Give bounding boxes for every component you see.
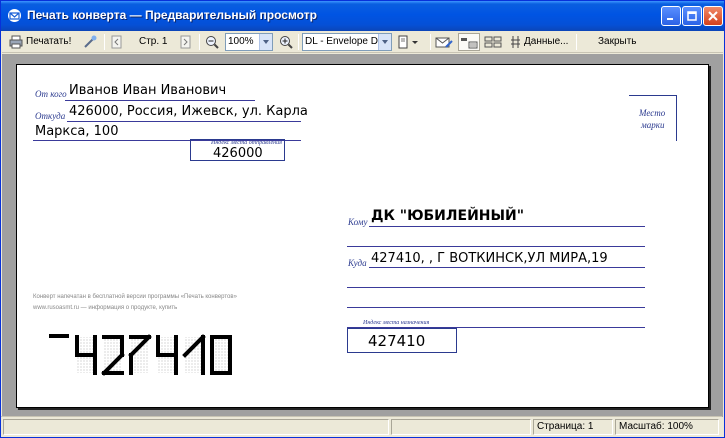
barcode-digit-cell — [212, 337, 230, 373]
next-page-button[interactable] — [179, 33, 193, 51]
to-address-underline — [347, 287, 645, 288]
chevron-down-icon — [378, 34, 391, 50]
stamp-area: Место марки — [629, 95, 677, 141]
to-address-underline — [347, 307, 645, 308]
status-cell-empty — [3, 419, 389, 435]
to-index-box: 427410 — [347, 328, 457, 353]
maximize-button[interactable] — [682, 6, 702, 26]
to-underline — [369, 226, 645, 227]
from-value: Иванов Иван Иванович — [69, 83, 227, 98]
from-address-line2: Маркса, 100 — [35, 124, 119, 139]
zoom-select[interactable]: 100% — [225, 33, 273, 51]
from-address-label: Откуда — [35, 111, 66, 121]
to-underline — [347, 246, 645, 247]
chevron-down-icon — [259, 34, 272, 50]
zoom-out-icon — [206, 36, 219, 49]
orientation-icon — [398, 35, 418, 49]
toolbar-separator — [430, 34, 431, 50]
to-address-value: 427410, , Г ВОТКИНСК,УЛ МИРА,19 — [371, 251, 608, 266]
to-label: Кому — [348, 217, 368, 227]
from-address-line1: 426000, Россия, Ижевск, ул. Карла — [69, 104, 308, 119]
toolbar-separator — [298, 34, 299, 50]
wand-icon — [84, 35, 97, 48]
close-window-button[interactable] — [703, 6, 723, 26]
status-bar: Страница: 1 Масштаб: 100% — [1, 416, 722, 436]
to-index-value: 427410 — [368, 332, 426, 350]
close-icon — [708, 11, 718, 21]
layout-grid-icon — [484, 36, 502, 48]
layout-grid-button[interactable] — [483, 33, 505, 51]
data-button[interactable]: Данные... — [508, 33, 570, 51]
minimize-button[interactable] — [661, 6, 681, 26]
from-label: От кого — [35, 89, 67, 99]
to-value: ДК "ЮБИЛЕЙНЫЙ" — [371, 208, 525, 224]
to-address-underline — [369, 267, 645, 268]
toolbar-separator — [576, 34, 577, 50]
page-prev-icon — [111, 35, 122, 49]
to-index-label: Индекс места назначения — [363, 320, 430, 326]
to-address-label: Куда — [348, 258, 367, 268]
zoom-in-button[interactable] — [279, 33, 295, 51]
envelope-format-select[interactable]: DL - Envelope DL — [302, 33, 392, 51]
toolbar-separator — [199, 34, 200, 50]
envelope-format-value: DL - Envelope DL — [305, 36, 384, 47]
zoom-value: 100% — [228, 36, 254, 47]
from-underline — [65, 100, 255, 101]
print-button[interactable]: Печатать! — [8, 33, 76, 51]
print-label: Печатать! — [26, 36, 72, 47]
orientation-button[interactable] — [397, 33, 423, 51]
status-scale: Масштаб: 100% — [615, 419, 719, 435]
layout-single-button[interactable] — [458, 33, 480, 51]
page-next-icon — [180, 35, 191, 49]
envelope-app-icon — [8, 9, 21, 22]
status-page: Страница: 1 — [533, 419, 613, 435]
data-label: Данные... — [524, 36, 569, 47]
title-bar[interactable]: Печать конверта — Предварительный просмо… — [1, 1, 724, 31]
minimize-icon — [667, 18, 673, 20]
print-setup-button[interactable] — [82, 33, 100, 51]
stamp-label-line2: марки — [641, 120, 665, 130]
from-index-value: 426000 — [213, 146, 263, 161]
maximize-icon — [687, 11, 697, 21]
printer-icon — [9, 35, 23, 49]
from-address-underline — [67, 121, 301, 122]
zoom-out-button[interactable] — [205, 33, 221, 51]
toolbar: Печатать! Стр. 1 100% DL - Envelope DL Д… — [2, 31, 723, 53]
zoom-in-icon — [280, 36, 293, 49]
prev-page-button[interactable] — [110, 33, 124, 51]
from-index-box: Индекс места отправления 426000 — [190, 139, 285, 161]
postal-index-barcode — [49, 334, 232, 376]
envelope-preview: От кого Иванов Иван Иванович Откуда 4260… — [16, 64, 709, 408]
envelope-edit-icon — [435, 37, 453, 48]
status-cell-empty — [391, 419, 531, 435]
website-note: www.rusoasmt.ru — информация о продукте,… — [33, 305, 178, 311]
toolbar-separator — [104, 34, 105, 50]
layout-single-icon — [461, 38, 478, 49]
window-title: Печать конверта — Предварительный просмо… — [27, 8, 317, 22]
free-version-note: Конверт напечатан в бесплатной версии пр… — [33, 294, 237, 300]
envelope-settings-button[interactable] — [435, 33, 455, 51]
close-button[interactable]: Закрыть — [598, 33, 642, 51]
page-indicator: Стр. 1 — [139, 36, 168, 47]
data-icon — [511, 36, 520, 48]
stamp-label-line1: Место — [639, 108, 666, 118]
